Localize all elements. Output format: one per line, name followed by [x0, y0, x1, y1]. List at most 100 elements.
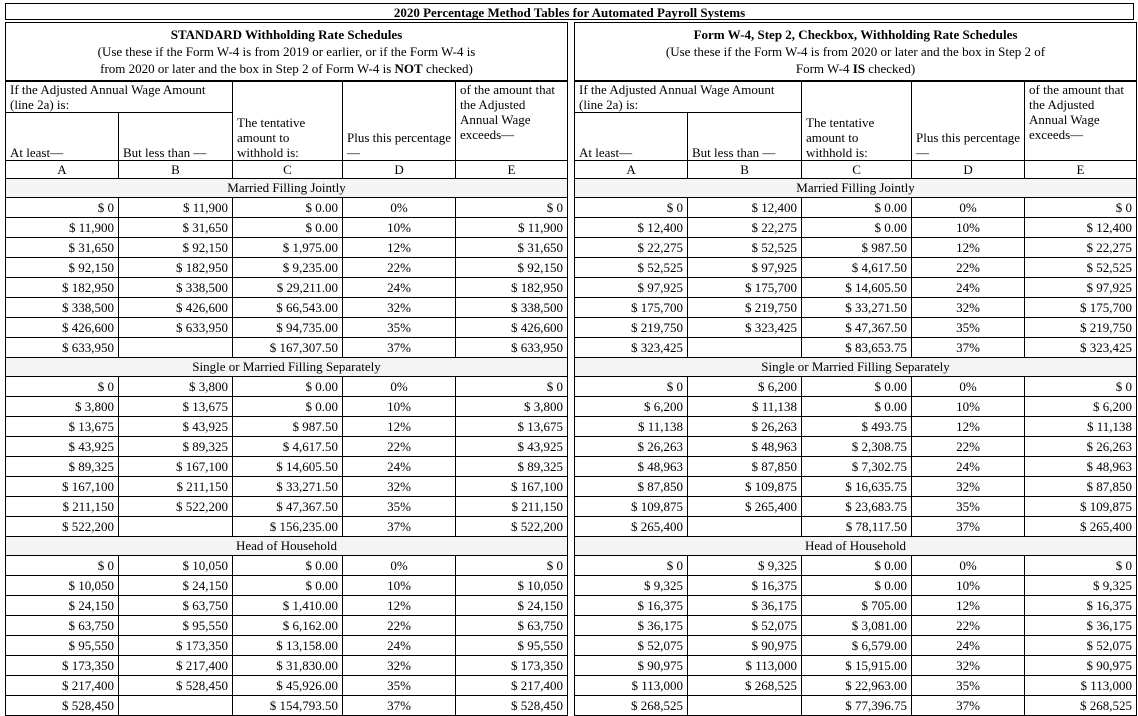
- cell-a: $ 265,400: [574, 516, 689, 537]
- cell-c: $ 94,735.00: [232, 317, 344, 338]
- cell-d: 35%: [342, 317, 457, 338]
- cell-e: $ 528,450: [455, 695, 569, 716]
- cell-b: $ 3,800: [117, 376, 234, 397]
- section-title: Married Filling Jointly: [574, 178, 1138, 198]
- tax-table-page: 2020 Percentage Method Tables for Automa…: [0, 0, 1138, 716]
- table-row: $ 0 $ 12,400 $ 0.00 0% $ 0: [574, 197, 1138, 218]
- schedule-standard: STANDARD Withholding Rate Schedules (Use…: [4, 22, 569, 716]
- cell-e: $ 52,525: [1024, 257, 1138, 278]
- column-letter-b: B: [687, 160, 803, 179]
- schedule-standard-thead: If the Adjusted Annual Wage Amount (line…: [4, 81, 569, 179]
- cell-b: $ 528,450: [117, 675, 234, 696]
- cell-a: $ 22,275: [574, 237, 689, 258]
- cell-e: $ 633,950: [455, 337, 569, 358]
- cell-a: $ 12,400: [574, 217, 689, 238]
- cell-a: $ 0: [5, 555, 119, 576]
- table-row: $ 0 $ 10,050 $ 0.00 0% $ 0: [5, 555, 569, 576]
- cell-e: $ 0: [455, 376, 569, 397]
- cell-d: 12%: [911, 237, 1026, 258]
- cell-b: $ 217,400: [117, 655, 234, 676]
- cell-d: 32%: [911, 655, 1026, 676]
- cell-d: 12%: [911, 416, 1026, 437]
- cell-e: $ 0: [1024, 197, 1138, 218]
- cell-d: 12%: [342, 416, 457, 437]
- table-row: $ 89,325 $ 167,100 $ 14,605.50 24% $ 89,325: [5, 456, 569, 477]
- cell-d: 35%: [342, 675, 457, 696]
- table-row: $ 323,425 $ 83,653.75 37% $ 323,425: [574, 337, 1138, 358]
- cell-e: $ 323,425: [1024, 337, 1138, 358]
- table-row: $ 109,875 $ 265,400 $ 23,683.75 35% $ 109,87…: [574, 496, 1138, 517]
- cell-b: $ 92,150: [117, 237, 234, 258]
- table-row: $ 11,138 $ 26,263 $ 493.75 12% $ 11,138: [574, 416, 1138, 437]
- cell-a: $ 11,138: [574, 416, 689, 437]
- table-row: $ 167,100 $ 211,150 $ 33,271.50 32% $ 167,10…: [5, 476, 569, 497]
- table-row: $ 16,375 $ 36,175 $ 705.00 12% $ 16,375: [574, 595, 1138, 616]
- cell-c: $ 22,963.00: [801, 675, 913, 696]
- cell-b: [117, 695, 234, 716]
- table-row: $ 528,450 $ 154,793.50 37% $ 528,450: [5, 695, 569, 716]
- cell-a: $ 31,650: [5, 237, 119, 258]
- table-row: $ 211,150 $ 522,200 $ 47,367.50 35% $ 211,15…: [5, 496, 569, 517]
- cell-e: $ 16,375: [1024, 595, 1138, 616]
- schedule-standard-tbody: Married Filling Jointly $ 0 $ 11,900 $ 0.00…: [4, 178, 569, 716]
- section-title: Head of Household: [4, 536, 569, 556]
- cell-b: $ 12,400: [687, 197, 803, 218]
- cell-d: 22%: [911, 257, 1026, 278]
- cell-d: 22%: [911, 436, 1026, 457]
- cell-d: 35%: [911, 317, 1026, 338]
- cell-a: $ 323,425: [574, 337, 689, 358]
- cell-e: $ 26,263: [1024, 436, 1138, 457]
- header-at-least: At least—: [5, 112, 119, 161]
- cell-b: $ 31,650: [117, 217, 234, 238]
- cell-a: $ 113,000: [574, 675, 689, 696]
- cell-b: $ 52,525: [687, 237, 803, 258]
- cell-e: $ 426,600: [455, 317, 569, 338]
- cell-b: $ 16,375: [687, 575, 803, 596]
- table-row: $ 90,975 $ 113,000 $ 15,915.00 32% $ 90,975: [574, 655, 1138, 676]
- table-row: $ 92,150 $ 182,950 $ 9,235.00 22% $ 92,150: [5, 257, 569, 278]
- cell-d: 22%: [342, 257, 457, 278]
- cell-e: $ 43,925: [455, 436, 569, 457]
- cell-d: 24%: [911, 635, 1026, 656]
- cell-a: $ 528,450: [5, 695, 119, 716]
- cell-d: 0%: [911, 555, 1026, 576]
- table-row: $ 9,325 $ 16,375 $ 0.00 10% $ 9,325: [574, 575, 1138, 596]
- cell-d: 24%: [342, 456, 457, 477]
- cell-a: $ 0: [5, 376, 119, 397]
- schedule-checkbox-caption: Form W-4, Step 2, Checkbox, Withholding …: [574, 22, 1138, 81]
- table-row: $ 173,350 $ 217,400 $ 31,830.00 32% $ 173,35…: [5, 655, 569, 676]
- cell-e: $ 182,950: [455, 277, 569, 298]
- table-row: $ 633,950 $ 167,307.50 37% $ 633,950: [5, 337, 569, 358]
- cell-d: 37%: [911, 695, 1026, 716]
- cell-c: $ 77,396.75: [801, 695, 913, 716]
- table-row: $ 0 $ 11,900 $ 0.00 0% $ 0: [5, 197, 569, 218]
- cell-e: $ 48,963: [1024, 456, 1138, 477]
- cell-d: 32%: [342, 297, 457, 318]
- caption-emphasis: NOT: [394, 61, 423, 76]
- cell-c: $ 1,975.00: [232, 237, 344, 258]
- cell-d: 10%: [911, 217, 1026, 238]
- column-letter-b: B: [117, 160, 234, 179]
- cell-c: $ 66,543.00: [232, 297, 344, 318]
- column-letter-e: E: [1024, 160, 1138, 179]
- cell-a: $ 0: [574, 376, 689, 397]
- cell-c: $ 45,926.00: [232, 675, 344, 696]
- cell-d: 0%: [342, 197, 457, 218]
- cell-d: 24%: [342, 635, 457, 656]
- cell-a: $ 10,050: [5, 575, 119, 596]
- cell-d: 24%: [911, 277, 1026, 298]
- schedule-standard-caption-title: STANDARD Withholding Rate Schedules: [170, 27, 403, 42]
- cell-b: $ 24,150: [117, 575, 234, 596]
- schedule-checkbox-tbody: Married Filling Jointly $ 0 $ 12,400 $ 0.00…: [574, 178, 1138, 716]
- cell-b: [117, 516, 234, 537]
- cell-a: $ 52,075: [574, 635, 689, 656]
- table-row: $ 6,200 $ 11,138 $ 0.00 10% $ 6,200: [574, 396, 1138, 417]
- cell-c: $ 493.75: [801, 416, 913, 437]
- cell-b: $ 43,925: [117, 416, 234, 437]
- cell-e: $ 109,875: [1024, 496, 1138, 517]
- cell-d: 24%: [342, 277, 457, 298]
- cell-e: $ 63,750: [455, 615, 569, 636]
- cell-c: $ 83,653.75: [801, 337, 913, 358]
- table-row: $ 24,150 $ 63,750 $ 1,410.00 12% $ 24,150: [5, 595, 569, 616]
- table-row: $ 48,963 $ 87,850 $ 7,302.75 24% $ 48,963: [574, 456, 1138, 477]
